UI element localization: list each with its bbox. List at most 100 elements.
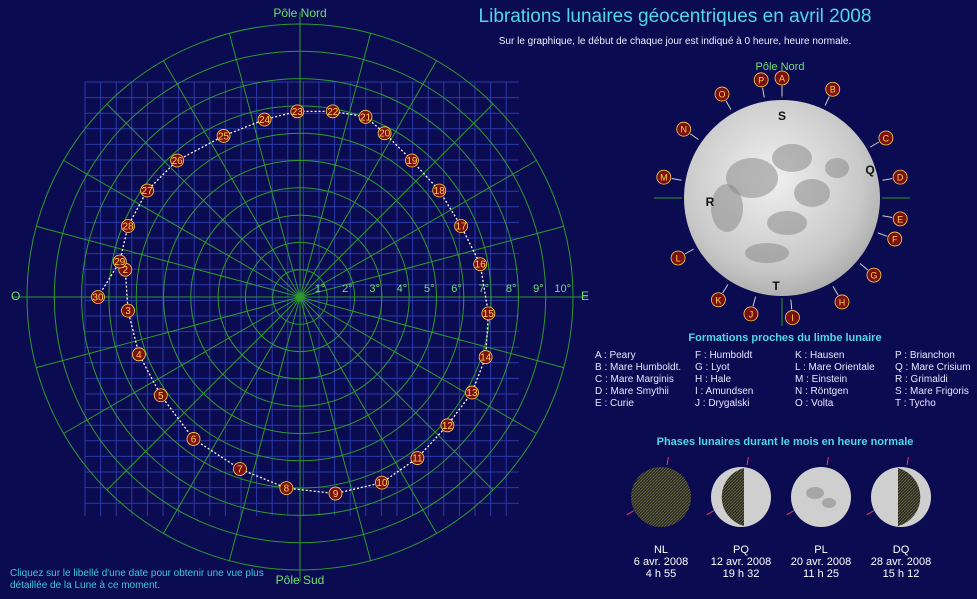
landmark-item: L : Mare Orientale	[795, 362, 875, 373]
phase-moon	[871, 467, 931, 527]
landmarks-title: Formations proches du limbe lunaire	[688, 332, 882, 344]
rim-marker: H	[834, 294, 850, 310]
svg-text:8: 8	[284, 484, 290, 495]
svg-text:I: I	[791, 313, 794, 323]
moon-feature-letter: T	[772, 279, 780, 293]
day-marker[interactable]: 21	[358, 109, 373, 124]
landmark-item: M : Einstein	[795, 374, 848, 385]
svg-text:24: 24	[259, 115, 271, 126]
day-marker[interactable]: 16	[473, 257, 488, 272]
day-marker[interactable]: 19	[405, 153, 419, 168]
ring-label: 1°	[315, 283, 326, 295]
moon-feature-letter: Q	[865, 163, 874, 177]
svg-text:K: K	[715, 295, 721, 305]
day-marker[interactable]: 26	[170, 153, 185, 168]
west-label: O	[11, 289, 21, 303]
svg-text:22: 22	[327, 107, 339, 118]
ring-label: 10°	[554, 283, 571, 295]
svg-text:23: 23	[292, 107, 304, 118]
ring-label: 9°	[533, 283, 544, 295]
phases-title: Phases lunaires durant le mois en heure …	[656, 436, 914, 448]
day-marker[interactable]: 3	[121, 303, 135, 318]
svg-text:19: 19	[406, 156, 418, 167]
svg-text:14: 14	[480, 353, 492, 364]
svg-text:G: G	[870, 271, 877, 281]
svg-text:B: B	[830, 85, 836, 95]
day-marker[interactable]: 17	[454, 219, 468, 233]
phase-date[interactable]: 6 avr. 2008	[621, 556, 701, 568]
day-marker[interactable]: 24	[257, 112, 272, 127]
svg-text:12: 12	[442, 421, 454, 432]
landmark-item: E : Curie	[595, 398, 634, 409]
rim-marker: N	[676, 121, 692, 137]
rim-marker: D	[892, 169, 908, 185]
day-marker[interactable]: 30	[91, 290, 105, 304]
svg-text:6: 6	[191, 434, 197, 445]
day-marker[interactable]: 14	[478, 350, 493, 364]
day-marker[interactable]: 18	[432, 183, 447, 198]
svg-text:26: 26	[172, 156, 184, 167]
svg-text:15: 15	[483, 309, 495, 320]
landmark-item: R : Grimaldi	[895, 374, 948, 385]
svg-text:17: 17	[456, 222, 468, 233]
day-marker[interactable]: 4	[132, 347, 146, 362]
landmark-item: K : Hausen	[795, 350, 845, 361]
day-marker[interactable]: 22	[325, 104, 340, 119]
landmark-item: A : Peary	[595, 350, 636, 361]
rim-marker: K	[711, 292, 726, 308]
phase-time: 4 h 55	[645, 568, 677, 580]
svg-text:9: 9	[333, 489, 339, 500]
east-label: E	[581, 289, 590, 303]
rim-marker: O	[714, 86, 730, 102]
landmark-item: I : Amundsen	[695, 386, 754, 397]
phase-time: 11 h 25	[803, 568, 839, 580]
svg-text:7: 7	[237, 464, 243, 475]
phase-date[interactable]: 20 avr. 2008	[781, 556, 861, 568]
day-marker[interactable]: 5	[153, 388, 168, 403]
day-marker[interactable]: 11	[410, 451, 425, 465]
phase-moon	[791, 467, 851, 527]
landmark-item: H : Hale	[695, 374, 732, 385]
day-marker[interactable]: 29	[112, 254, 127, 269]
landmark-item: S : Mare Frigoris	[895, 386, 969, 397]
svg-text:J: J	[749, 309, 754, 319]
landmarks-list: A : Peary F : Humboldt K : Hausen P : Brian…	[595, 350, 975, 410]
day-marker[interactable]: 6	[186, 432, 201, 446]
hint-text: Cliquez sur le libellé d'une date pour o…	[10, 568, 264, 591]
day-marker[interactable]: 20	[377, 126, 392, 141]
day-marker[interactable]: 9	[328, 486, 343, 501]
svg-text:18: 18	[434, 186, 446, 197]
day-marker[interactable]: 10	[374, 475, 389, 490]
svg-text:4: 4	[136, 350, 142, 361]
moon-diagram: S R Q T A B C D E F G H I J K L M N O P	[654, 70, 910, 326]
svg-text:A: A	[779, 74, 785, 84]
phases-diagram	[626, 456, 931, 527]
day-marker[interactable]: 25	[216, 129, 231, 143]
landmark-item: C : Mare Marginis	[595, 374, 674, 385]
landmark-item: P : Brianchon	[895, 350, 955, 361]
libration-path	[97, 110, 490, 495]
day-marker[interactable]: 15	[481, 306, 496, 321]
svg-text:28: 28	[122, 222, 134, 233]
phase-moon	[711, 467, 771, 527]
phase-time: 15 h 12	[882, 568, 920, 580]
day-marker[interactable]: 28	[121, 219, 135, 233]
day-marker[interactable]: 7	[233, 462, 247, 476]
landmark-item: F : Humboldt	[695, 350, 753, 361]
phase-date[interactable]: 28 avr. 2008	[861, 556, 941, 568]
day-marker[interactable]: 23	[290, 104, 305, 119]
phase-moon	[631, 467, 691, 527]
phase-date[interactable]: 12 avr. 2008	[701, 556, 781, 568]
rim-marker: J	[743, 306, 759, 322]
day-marker[interactable]: 27	[140, 183, 155, 198]
svg-text:P: P	[758, 75, 764, 85]
svg-text:F: F	[892, 235, 898, 245]
svg-text:20: 20	[379, 129, 391, 140]
svg-text:N: N	[680, 125, 687, 135]
rim-marker: C	[878, 130, 894, 146]
day-marker[interactable]: 8	[279, 481, 294, 496]
landmark-item: Q : Mare Crisium	[895, 362, 971, 373]
day-marker[interactable]: 12	[440, 418, 455, 433]
phase-code: PL	[814, 544, 828, 556]
day-marker[interactable]: 13	[465, 385, 479, 400]
